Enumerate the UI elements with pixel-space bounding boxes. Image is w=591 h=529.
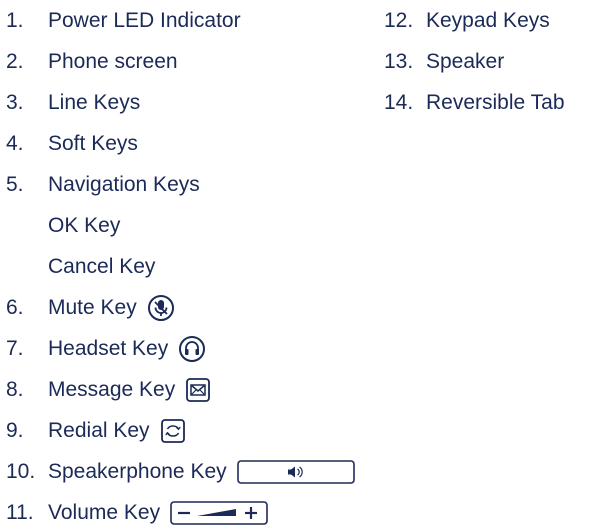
item-label: Headset Key <box>48 337 169 360</box>
volume-icon <box>170 500 268 526</box>
item-number: 11. <box>6 501 34 524</box>
speaker-icon <box>236 459 355 485</box>
item-label: Phone screen <box>48 50 178 73</box>
legend-item-9: 9. Redial Key <box>6 416 186 446</box>
item-label: OK Key <box>48 214 121 237</box>
item-label: Cancel Key <box>48 255 156 278</box>
legend-item-5: 5. Navigation Keys <box>6 170 200 200</box>
item-label: Speaker <box>426 50 505 73</box>
legend-item-6: 6. Mute Key <box>6 293 175 323</box>
item-label: Keypad Keys <box>426 9 550 32</box>
item-number: 6. <box>6 296 24 319</box>
item-label: Navigation Keys <box>48 173 200 196</box>
legend-item-7: 7. Headset Key <box>6 334 206 364</box>
item-number: 12. <box>384 9 414 32</box>
item-number: 10. <box>6 460 36 483</box>
item-number: 7. <box>6 337 24 360</box>
item-number: 5. <box>6 173 24 196</box>
item-label: Soft Keys <box>48 132 138 155</box>
item-label: Mute Key <box>48 296 137 319</box>
legend-item-14: 14. Reversible Tab <box>384 88 565 118</box>
item-label: Speakerphone Key <box>48 460 227 483</box>
item-number: 9. <box>6 419 24 442</box>
phone-parts-legend: 1. Power LED Indicator 2. Phone screen 3… <box>0 0 591 529</box>
item-label: Volume Key <box>48 501 161 524</box>
mute-microphone-icon <box>147 294 175 322</box>
legend-item-12: 12. Keypad Keys <box>384 6 550 36</box>
item-number: 4. <box>6 132 24 155</box>
legend-item-2: 2. Phone screen <box>6 47 178 77</box>
item-label: Line Keys <box>48 91 141 114</box>
legend-item-3: 3. Line Keys <box>6 88 140 118</box>
legend-item-13: 13. Speaker <box>384 47 504 77</box>
item-number: 1. <box>6 9 24 32</box>
legend-item-ok-key: OK Key <box>6 211 120 241</box>
item-label: Reversible Tab <box>426 91 565 114</box>
legend-item-cancel-key: Cancel Key <box>6 252 155 282</box>
item-number: 3. <box>6 91 24 114</box>
item-number: 2. <box>6 50 24 73</box>
legend-item-8: 8. Message Key <box>6 375 211 405</box>
redial-icon <box>160 418 186 444</box>
headset-icon <box>178 335 206 363</box>
item-label: Power LED Indicator <box>48 9 241 32</box>
item-label: Message Key <box>48 378 176 401</box>
item-number: 13. <box>384 50 414 73</box>
item-label: Redial Key <box>48 419 150 442</box>
legend-item-11: 11. Volume Key <box>6 498 268 528</box>
item-number: 14. <box>384 91 414 114</box>
legend-item-10: 10. Speakerphone Key <box>6 457 355 487</box>
legend-item-4: 4. Soft Keys <box>6 129 138 159</box>
envelope-icon <box>185 377 211 403</box>
legend-item-1: 1. Power LED Indicator <box>6 6 241 36</box>
item-number: 8. <box>6 378 24 401</box>
